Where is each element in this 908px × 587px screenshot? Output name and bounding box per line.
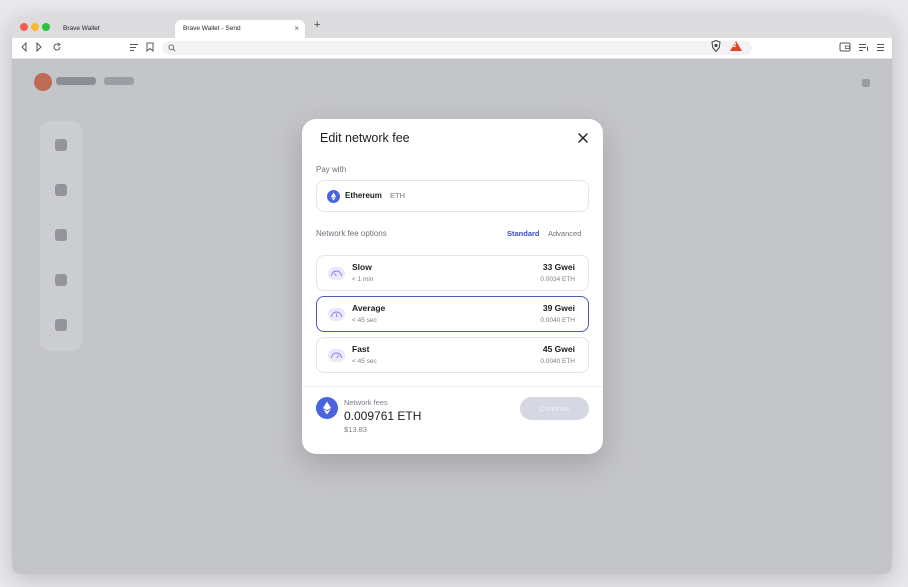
network-fees-usd: $13.83 [344, 425, 367, 434]
speed-gauge-icon [328, 308, 345, 321]
fee-option-name: Slow [352, 262, 372, 272]
fee-option-time: < 1 min [352, 276, 374, 283]
token-name: Ethereum [345, 191, 382, 200]
tab-standard[interactable]: Standard [507, 229, 540, 238]
new-tab-icon[interactable]: + [314, 19, 320, 31]
maximize-window-button[interactable] [42, 23, 50, 31]
close-window-button[interactable] [20, 23, 28, 31]
token-selector[interactable]: Ethereum ETH [316, 180, 589, 212]
network-fees-label: Network fees [344, 398, 388, 407]
search-icon [168, 44, 176, 52]
rewards-count-badge: 2 [733, 43, 737, 49]
fee-option-time: < 45 sec [352, 358, 377, 365]
gauge-needle-icon [331, 352, 342, 359]
tab-strip: Brave Wallet × Brave Wallet - Send × + [12, 16, 892, 38]
speed-gauge-icon [328, 267, 345, 280]
menu-icon[interactable] [876, 43, 885, 52]
tab-label: Brave Wallet - Send [183, 25, 241, 32]
modal-divider [302, 386, 603, 387]
fee-option-fast[interactable]: Fast < 45 sec 45 Gwei 0.0040 ETH [316, 337, 589, 373]
bookmark-icon[interactable] [146, 42, 154, 52]
fee-option-gwei: 39 Gwei [542, 303, 575, 313]
fee-option-gwei: 45 Gwei [542, 344, 575, 354]
eth-diamond-icon [323, 401, 331, 415]
minimize-window-button[interactable] [31, 23, 39, 31]
gauge-needle-icon [331, 270, 342, 277]
forward-icon[interactable] [35, 42, 43, 52]
tab-advanced[interactable]: Advanced [548, 229, 581, 238]
speed-gauge-icon [328, 349, 345, 362]
wallet-icon[interactable] [839, 42, 851, 52]
fee-option-gwei: 33 Gwei [542, 262, 575, 272]
fee-option-slow[interactable]: Slow < 1 min 33 Gwei 0.0034 ETH [316, 255, 589, 291]
playlist-icon[interactable] [858, 43, 870, 52]
fee-options-label: Network fee options [316, 229, 387, 238]
fee-option-eth: 0.0040 ETH [540, 317, 575, 324]
tab-brave-wallet-send[interactable]: Brave Wallet - Send × [175, 20, 305, 38]
back-icon[interactable] [20, 42, 28, 52]
gauge-needle-icon [331, 311, 342, 318]
fee-option-average[interactable]: Average < 45 sec 39 Gwei 0.0040 ETH [316, 296, 589, 332]
continue-button[interactable]: Continue [520, 397, 589, 420]
brave-rewards-button[interactable]: 2 [729, 39, 743, 53]
fee-option-name: Fast [352, 344, 370, 354]
reload-icon[interactable] [52, 42, 62, 52]
tab-brave-wallet[interactable]: Brave Wallet × [55, 20, 185, 38]
modal-title: Edit network fee [320, 131, 410, 145]
pay-with-label: Pay with [316, 165, 347, 174]
network-fees-value: 0.009761 ETH [344, 409, 422, 423]
close-icon[interactable] [576, 131, 590, 145]
brave-shields-icon[interactable] [711, 40, 721, 52]
fee-option-time: < 45 sec [352, 317, 377, 324]
fee-option-eth: 0.0040 ETH [540, 358, 575, 365]
close-tab-icon[interactable]: × [294, 20, 299, 38]
ethereum-icon [327, 190, 340, 203]
ethereum-network-icon [316, 397, 338, 419]
address-bar[interactable] [162, 41, 752, 55]
toolbar: 2 [12, 38, 892, 59]
eth-diamond-icon [331, 192, 336, 201]
fee-option-eth: 0.0034 ETH [540, 276, 575, 283]
fee-option-name: Average [352, 303, 386, 313]
edit-network-fee-modal: Edit network fee Pay with Ethereum ETH N… [302, 119, 603, 454]
token-symbol: ETH [390, 191, 405, 200]
tab-label: Brave Wallet [63, 25, 100, 32]
reader-mode-icon[interactable] [129, 43, 139, 52]
